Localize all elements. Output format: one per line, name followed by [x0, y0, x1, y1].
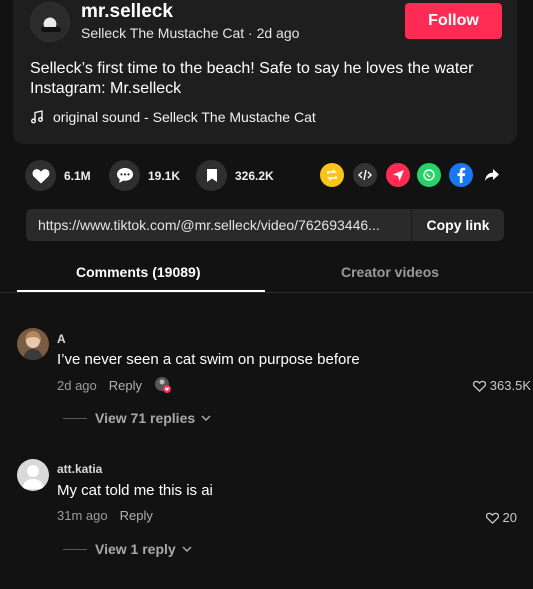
comment-like[interactable]: 363.5K	[472, 378, 531, 393]
comment-like-count: 363.5K	[489, 378, 531, 393]
send-icon[interactable]	[386, 163, 410, 187]
commenter-avatar[interactable]	[17, 459, 49, 491]
heart-outline-icon	[472, 380, 486, 392]
divider-dash	[63, 548, 87, 550]
comment-count: 19.1K	[148, 168, 181, 183]
copy-link-button[interactable]: Copy link	[411, 209, 504, 241]
reply-button[interactable]: Reply	[109, 378, 142, 393]
view-replies-button[interactable]: View 1 reply	[63, 541, 192, 557]
heart-outline-icon	[485, 512, 499, 524]
video-url[interactable]: https://www.tiktok.com/@mr.selleck/video…	[38, 217, 404, 233]
comment-meta: 2d ago Reply	[57, 376, 172, 394]
tab-creator-videos[interactable]: Creator videos	[341, 264, 439, 280]
sound-name: original sound - Selleck The Mustache Ca…	[53, 109, 316, 125]
embed-icon[interactable]	[353, 163, 377, 187]
facebook-icon[interactable]	[449, 163, 473, 187]
like-action[interactable]: 6.1M	[25, 160, 91, 191]
commenter-avatar[interactable]	[17, 328, 49, 360]
comment-time: 2d ago	[57, 377, 97, 393]
sound-link[interactable]: original sound - Selleck The Mustache Ca…	[30, 109, 316, 125]
author-avatar[interactable]	[30, 2, 70, 42]
author-username[interactable]: mr.selleck	[81, 1, 173, 23]
caption-line-2: Instagram: Mr.selleck	[30, 80, 182, 97]
tab-bar: Comments (19089) Creator videos	[0, 258, 533, 293]
comment-text: My cat told me this is ai	[57, 482, 213, 499]
bookmark-icon[interactable]	[196, 160, 227, 191]
save-count: 326.2K	[235, 168, 274, 183]
follow-button[interactable]: Follow	[405, 3, 502, 39]
comment-time: 31m ago	[57, 508, 108, 523]
comment-like[interactable]: 20	[485, 510, 517, 525]
post-caption: Selleck’s first time to the beach! Safe …	[30, 59, 505, 99]
tab-comments[interactable]: Comments (19089)	[76, 264, 201, 280]
comment-bubble-icon[interactable]	[109, 160, 140, 191]
comment-like-count: 20	[502, 510, 517, 525]
divider-dash	[63, 417, 87, 419]
heart-icon[interactable]	[25, 160, 56, 191]
view-replies-label: View 1 reply	[95, 541, 176, 557]
repost-icon[interactable]	[320, 163, 344, 187]
like-count: 6.1M	[64, 168, 91, 183]
comment-action[interactable]: 19.1K	[109, 160, 180, 191]
chevron-down-icon	[201, 415, 211, 421]
reply-button[interactable]: Reply	[120, 508, 153, 523]
action-bar: 6.1M 19.1K 326.2K	[25, 160, 505, 191]
share-arrow-icon[interactable]	[480, 163, 504, 187]
save-action[interactable]: 326.2K	[196, 160, 274, 191]
view-replies-label: View 71 replies	[95, 410, 196, 426]
active-tab-indicator	[17, 290, 265, 292]
comment-meta: 31m ago Reply	[57, 508, 153, 523]
commenter-name[interactable]: A	[57, 332, 66, 346]
caption-line-1: Selleck’s first time to the beach! Safe …	[30, 60, 474, 77]
commenter-name[interactable]: att.katia	[57, 462, 102, 476]
chevron-down-icon	[182, 546, 192, 552]
author-subline: Selleck The Mustache Cat · 2d ago	[81, 25, 300, 41]
share-link-row: https://www.tiktok.com/@mr.selleck/video…	[26, 209, 504, 241]
music-note-icon	[30, 110, 44, 124]
view-replies-button[interactable]: View 71 replies	[63, 410, 211, 426]
comment-text: I’ve never seen a cat swim on purpose be…	[57, 351, 360, 368]
whatsapp-icon[interactable]	[417, 163, 441, 187]
creator-liked-icon	[154, 376, 172, 394]
